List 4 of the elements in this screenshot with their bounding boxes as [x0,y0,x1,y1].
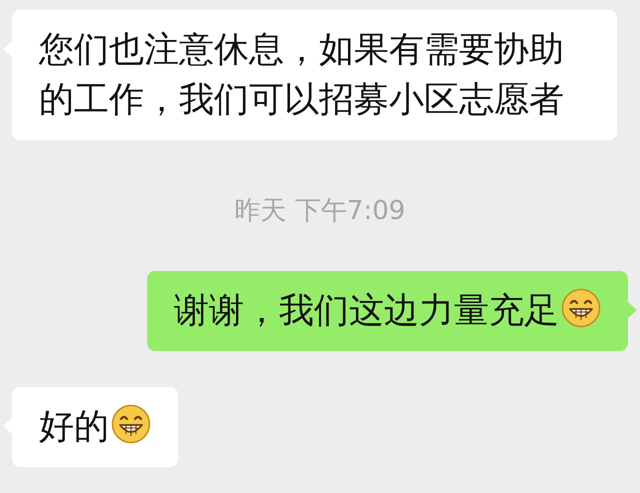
message-text: 好的 [39,407,109,447]
message-text: 谢谢，我们这边力量充足 [174,291,559,331]
timestamp: 昨天 下午7:09 [234,195,406,228]
message-text: 您们也注意休息，如果有需要协助的工作，我们可以招募小区志愿者 [39,30,564,120]
